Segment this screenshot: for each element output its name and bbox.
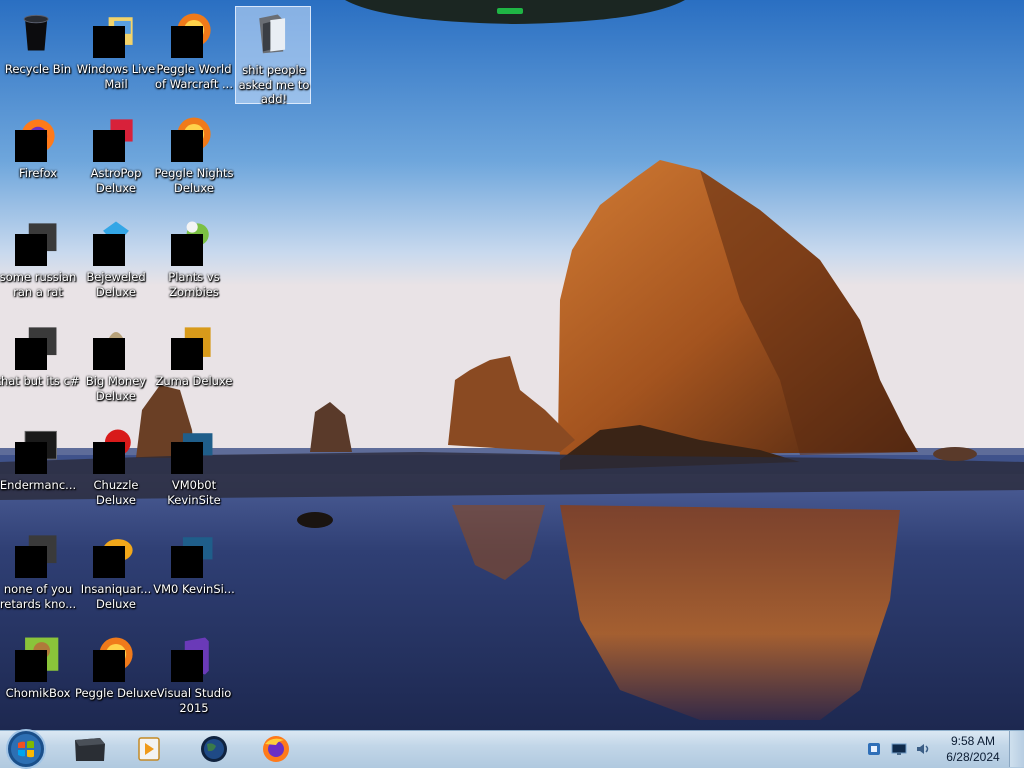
redaction-box — [93, 130, 125, 162]
redaction-box — [171, 130, 203, 162]
media-player-icon — [138, 737, 160, 761]
redaction-box — [93, 650, 125, 682]
redaction-box — [93, 442, 125, 474]
desktop-icon-label: some russian ran a rat — [0, 270, 77, 299]
taskbar: 9:58 AM 6/28/2024 — [0, 727, 1024, 771]
redaction-box — [15, 650, 47, 682]
desktop-icon-label: VM0 KevinSi... — [153, 582, 235, 596]
desktop-icon-label: Recycle Bin — [4, 62, 72, 76]
redaction-box — [171, 234, 203, 266]
clock-time: 9:58 AM — [950, 734, 996, 748]
desktop-icon-label: Big Money Deluxe — [85, 374, 147, 403]
desktop-icon-label: Peggle Deluxe — [74, 686, 158, 700]
redaction-box — [15, 338, 47, 370]
desktop-icon-shit-people-asked-me-to-add[interactable]: shit people asked me to add! — [235, 6, 311, 106]
redaction-box — [15, 442, 47, 474]
desktop-icon-label: Chuzzle Deluxe — [93, 478, 139, 507]
desktop-icon-label: Bejeweled Deluxe — [86, 270, 146, 299]
desktop-icon-chomikbox[interactable]: ChomikBox — [0, 630, 76, 728]
folder-dark-icon — [75, 738, 105, 761]
desktop-icon-peggle-world-of-warcraft[interactable]: Peggle World of Warcraft ... — [155, 6, 233, 104]
taskbar-app-media-player[interactable] — [126, 732, 174, 766]
top-gadget-bar — [345, 0, 685, 24]
redaction-box — [15, 130, 47, 162]
desktop-icon-label: shit people asked me to add! — [238, 63, 310, 106]
desktop-icon-label: none of you retards kno... — [0, 582, 77, 611]
desktop-icon-label: ChomikBox — [5, 686, 71, 700]
recycle-bin-icon — [23, 14, 49, 51]
redaction-box — [93, 234, 125, 266]
desktop-icon-endermanc[interactable]: Endermanc... — [0, 422, 76, 520]
redaction-box — [171, 650, 203, 682]
desktop-icon-label: AstroPop Deluxe — [90, 166, 142, 195]
desktop-icon-plants-vs-zombies[interactable]: Plants vs Zombies — [156, 214, 232, 312]
desktop-icon-label: Endermanc... — [0, 478, 77, 492]
folder-icon — [259, 14, 286, 54]
desktop-icon-firefox[interactable]: Firefox — [0, 110, 76, 208]
desktop-icon-zuma-deluxe[interactable]: Zuma Deluxe — [155, 318, 233, 416]
desktop-icon-that-but-its-c[interactable]: that but its c# — [0, 318, 80, 416]
redaction-box — [93, 26, 125, 58]
desktop-icon-label: Visual Studio 2015 — [156, 686, 232, 715]
redaction-box — [93, 338, 125, 370]
desktop-icon-vm0b0t-kevinsite[interactable]: VM0b0t KevinSite — [156, 422, 232, 520]
desktop-icon-label: VM0b0t KevinSite — [167, 478, 221, 507]
redaction-box — [171, 546, 203, 578]
redaction-box — [93, 546, 125, 578]
desktop-icon-recycle-bin[interactable]: Recycle Bin — [0, 6, 76, 104]
desktop-icon-label: Insaniquar... Deluxe — [80, 582, 152, 611]
desktop-icon-none-of-you-retards-kno[interactable]: none of you retards kno... — [0, 526, 76, 624]
desktop-icon-some-russian-ran-a-rat[interactable]: some russian ran a rat — [0, 214, 76, 312]
desktop-icon-label: that but its c# — [0, 374, 80, 388]
desktop-icon-label: Firefox — [18, 166, 58, 180]
desktop-icon-chuzzle-deluxe[interactable]: Chuzzle Deluxe — [78, 422, 154, 520]
desktop-icon-peggle-nights-deluxe[interactable]: Peggle Nights Deluxe — [154, 110, 234, 208]
globe-icon — [201, 736, 227, 762]
desktop-icon-big-money-deluxe[interactable]: Big Money Deluxe — [78, 318, 154, 416]
desktop-icon-label: Peggle World of Warcraft ... — [155, 62, 233, 91]
desktop-icon-windows-live-mail[interactable]: Windows Live Mail — [77, 6, 155, 104]
firefox-icon — [263, 736, 289, 762]
taskbar-app-folder[interactable] — [66, 732, 114, 766]
desktop-icon-astropop-deluxe[interactable]: AstroPop Deluxe — [78, 110, 154, 208]
desktop-icon-label: Peggle Nights Deluxe — [154, 166, 234, 195]
redaction-box — [15, 546, 47, 578]
redaction-box — [171, 26, 203, 58]
network-monitor-icon[interactable] — [891, 741, 907, 757]
show-desktop-button[interactable] — [1009, 731, 1024, 767]
redaction-box — [15, 234, 47, 266]
start-button[interactable] — [4, 727, 48, 771]
taskbar-app-firefox[interactable] — [252, 732, 300, 766]
redaction-box — [171, 338, 203, 370]
desktop-icon-bejeweled-deluxe[interactable]: Bejeweled Deluxe — [78, 214, 154, 312]
clock-date: 6/28/2024 — [946, 750, 1000, 764]
desktop-icon-label: Windows Live Mail — [76, 62, 156, 91]
redaction-box — [171, 442, 203, 474]
desktop-icon-label: Zuma Deluxe — [155, 374, 233, 388]
taskbar-clock[interactable]: 9:58 AM 6/28/2024 — [942, 733, 1004, 765]
desktop-icon-insaniquar-deluxe[interactable]: Insaniquar... Deluxe — [78, 526, 154, 624]
desktop-icon-peggle-deluxe[interactable]: Peggle Deluxe — [75, 630, 157, 728]
desktop-icon-label: Plants vs Zombies — [168, 270, 220, 299]
shield-flag-icon[interactable] — [866, 741, 882, 757]
taskbar-app-browser[interactable] — [190, 732, 238, 766]
desktop-icon-vm0-kevinsi[interactable]: VM0 KevinSi... — [153, 526, 235, 624]
volume-icon[interactable] — [915, 741, 931, 757]
desktop-icon-visual-studio-2015[interactable]: Visual Studio 2015 — [156, 630, 232, 728]
